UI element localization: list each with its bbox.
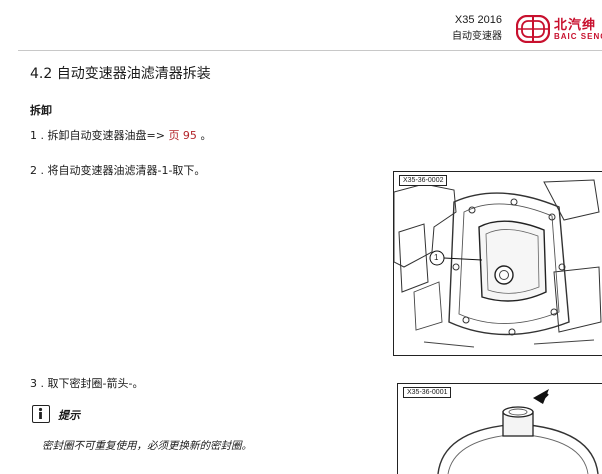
figure-filter-removal: X35-36-0002 1 <box>393 171 602 356</box>
info-icon <box>32 405 50 423</box>
figure-seal-ring: X35-36-0001 <box>397 383 602 474</box>
subheading-removal: 拆卸 <box>30 104 52 117</box>
vehicle-model: X35 2016 <box>454 14 502 26</box>
step-number: 3 . <box>30 377 44 390</box>
baic-emblem-icon <box>516 15 550 43</box>
step-text: 取下密封圈-箭头-。 <box>47 377 144 390</box>
transmission-filter-illustration <box>394 172 602 355</box>
figure-label: X35-36-0002 <box>399 175 448 186</box>
baic-logo: 北汽绅 BAIC SENO <box>516 14 602 44</box>
step-punctuation: 。 <box>200 129 212 142</box>
tip-text: 密封圈不可重复使用，必须更换新的密封圈。 <box>42 440 252 452</box>
step-text: 拆卸自动变速器油盘=> <box>47 129 165 142</box>
step-number: 1 . <box>30 129 44 142</box>
header-divider <box>18 50 602 51</box>
step-2: 2 . 将自动变速器油滤清器-1-取下。 <box>30 164 205 178</box>
section-title: 4.2 自动变速器油滤清器拆装 <box>30 66 211 82</box>
page-reference-link[interactable]: 页 95 <box>168 129 197 142</box>
step-text: 将自动变速器油滤清器-1-取下。 <box>47 164 206 177</box>
logo-chinese-text: 北汽绅 <box>554 18 597 33</box>
step-number: 2 . <box>30 164 44 177</box>
tip-label: 提示 <box>58 409 80 422</box>
manual-section-name: 自动变速器 <box>452 31 502 42</box>
step-3: 3 . 取下密封圈-箭头-。 <box>30 377 143 391</box>
figure-label: X35-36-0001 <box>403 387 452 398</box>
logo-english-text: BAIC SENO <box>554 32 602 41</box>
page-header-info: X35 2016 自动变速器 <box>444 14 502 43</box>
callout-number-1: 1 <box>434 253 439 262</box>
step-1: 1 . 拆卸自动变速器油盘=> 页 95 。 <box>30 129 211 143</box>
